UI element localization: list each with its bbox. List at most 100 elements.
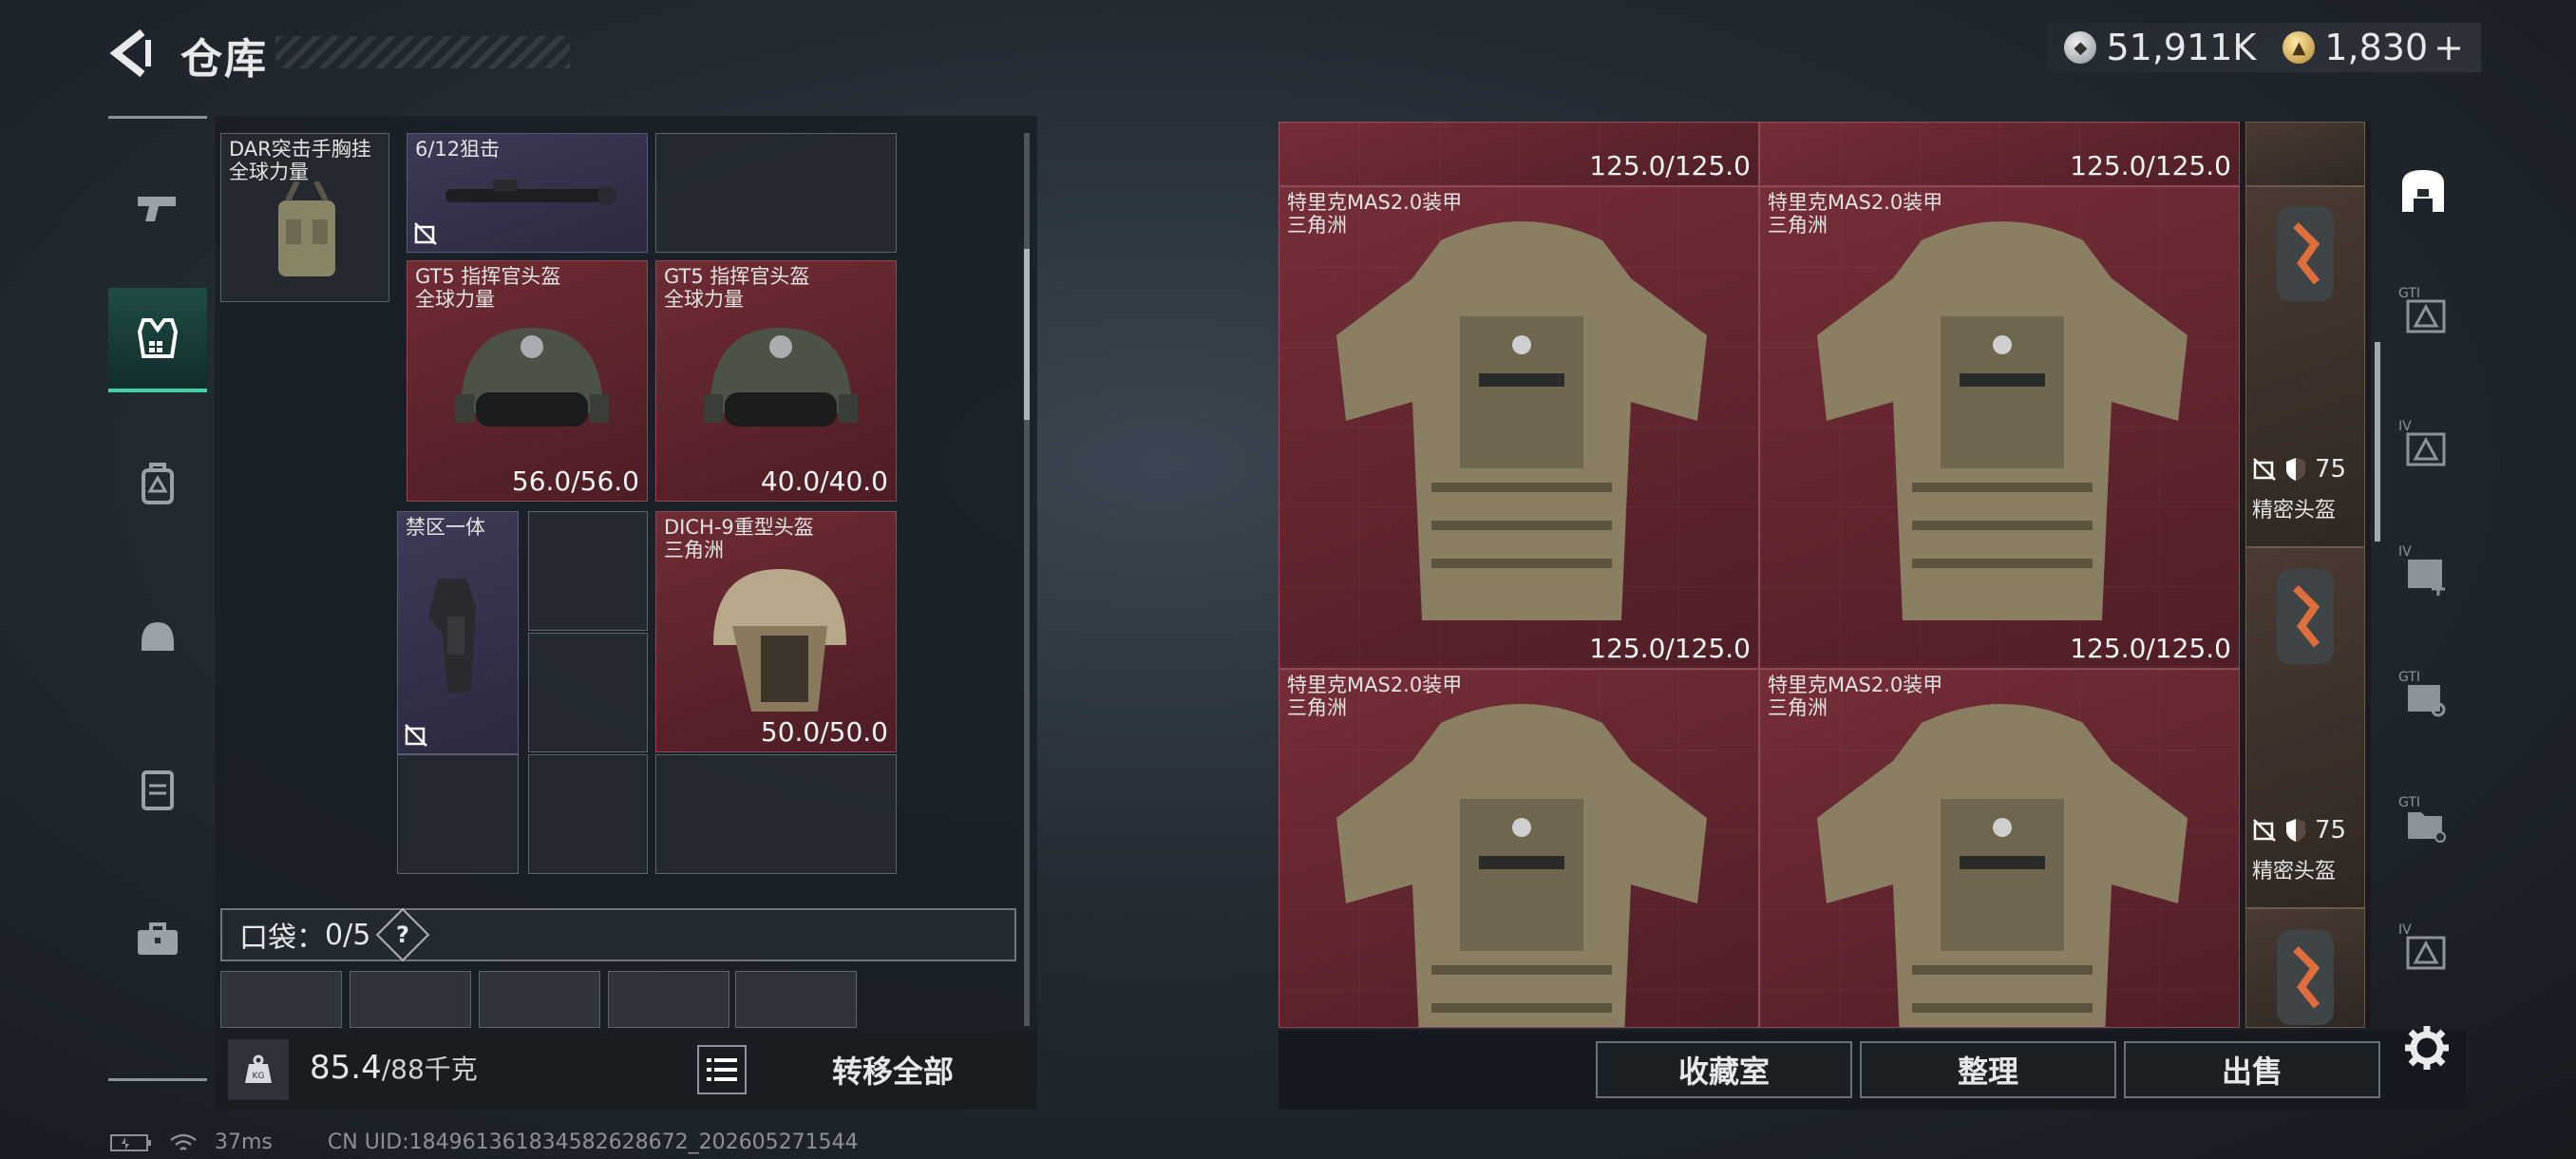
pocket-slot[interactable] — [608, 971, 729, 1028]
empty-slot[interactable] — [655, 754, 897, 874]
help-glyph: ? — [396, 921, 410, 948]
nav-armor[interactable] — [108, 288, 207, 392]
nav-container-gti-3[interactable]: GTI — [2380, 764, 2466, 876]
pocket-slot[interactable] — [220, 971, 342, 1028]
item-partial-top[interactable]: 125.0/125.0 — [1279, 122, 1759, 186]
item-durability: 125.0/125.0 — [1589, 633, 1751, 664]
item-partial-top[interactable] — [2245, 122, 2365, 186]
empty-slot[interactable] — [655, 133, 897, 253]
item-source: 全球力量 — [415, 288, 495, 311]
no-insure-icon — [414, 222, 437, 245]
svg-text:GTI: GTI — [2398, 795, 2420, 810]
svg-text:GTI: GTI — [2398, 286, 2420, 301]
armor-vest-image — [1336, 704, 1707, 1027]
uid-text: CN UID:1849613618345826286​72_2026052715… — [327, 1130, 859, 1154]
item-source: 全球力量 — [229, 161, 309, 183]
case-icon — [142, 770, 174, 810]
item-mas2-armor[interactable]: 特里克MAS2.0装甲 三角洲 — [1279, 669, 1759, 1028]
nav-container-iv-2[interactable]: IV — [2380, 513, 2466, 625]
pocket-bar: 口袋： 0/5 ? — [220, 907, 1016, 962]
nav-container-iv-3[interactable]: IV — [2380, 891, 2466, 1003]
item-name: DICH-9重型头盔 — [664, 516, 814, 539]
item-dich9-helmet[interactable]: DICH-9重型头盔 三角洲 50.0/50.0 — [655, 511, 897, 752]
item-name: 精密头盔 — [2252, 499, 2337, 522]
gold-currency[interactable]: ▲ 1,830 + — [2282, 27, 2464, 68]
empty-slot[interactable] — [528, 511, 648, 631]
help-icon[interactable]: ? — [375, 907, 430, 962]
pocket-label: 口袋： — [239, 922, 325, 955]
empty-slot[interactable] — [397, 754, 519, 874]
item-chest-rig[interactable]: DAR突击手胸挂 全球力量 — [220, 133, 389, 302]
armor-level: 75 — [2315, 816, 2347, 845]
toolbox-icon — [138, 922, 178, 955]
item-scope[interactable]: 6/12狙击 — [407, 133, 648, 253]
gold-coin-icon: ▲ — [2282, 31, 2316, 64]
item-precision-helmet[interactable]: 75 精密头盔 — [2245, 186, 2365, 547]
item-name: GT5 指挥官头盔 — [415, 265, 561, 288]
no-insure-icon — [2253, 819, 2276, 842]
item-partial-top[interactable]: 125.0/125.0 — [1759, 122, 2240, 186]
nav-weapons[interactable] — [108, 155, 207, 259]
precision-helmet-image — [2277, 206, 2334, 301]
nav-rig[interactable] — [108, 584, 207, 689]
add-currency-button[interactable]: + — [2434, 27, 2464, 68]
empty-slot[interactable] — [528, 633, 648, 752]
nav-container-gti-2[interactable]: GTI — [2380, 638, 2466, 750]
helmet-image — [455, 328, 609, 427]
sell-button[interactable]: 出售 — [2124, 1041, 2380, 1098]
item-gt5-helmet[interactable]: GT5 指挥官头盔 全球力量 40.0/40.0 — [655, 260, 897, 502]
item-mas2-armor[interactable]: 特里克MAS2.0装甲 三角洲 — [1759, 669, 2240, 1028]
item-mas2-armor[interactable]: 特里克MAS2.0装甲 三角洲 125.0/125.0 — [1759, 186, 2240, 669]
pocket-slot[interactable] — [479, 971, 600, 1028]
item-gt5-helmet[interactable]: GT5 指挥官头盔 全球力量 56.0/56.0 — [407, 260, 648, 502]
nav-toolbox[interactable] — [108, 886, 207, 991]
item-precision-helmet[interactable]: 75 精密头盔 — [2245, 547, 2365, 908]
armor-vest-image — [1817, 704, 2188, 1027]
warehouse-plus-icon: IV — [2398, 544, 2445, 596]
pocket-slot[interactable] — [735, 971, 857, 1028]
pocket-slot[interactable] — [350, 971, 471, 1028]
item-durability: 125.0/125.0 — [1589, 150, 1751, 181]
nav-container-iv-1[interactable]: IV — [2380, 388, 2466, 500]
transfer-all-button[interactable]: 转移全部 — [798, 1043, 988, 1096]
back-arrow-icon — [109, 28, 151, 78]
page-title: 仓库 — [180, 35, 268, 84]
battery-icon — [110, 1133, 151, 1151]
armor-vest-icon — [137, 318, 179, 358]
item-durability: 125.0/125.0 — [2070, 150, 2231, 181]
no-insure-icon — [405, 724, 427, 747]
gear-icon — [2405, 1026, 2449, 1070]
nav-all-containers[interactable] — [2380, 135, 2466, 247]
nav-container[interactable] — [108, 736, 207, 841]
shield-icon — [2286, 819, 2305, 842]
settings-button[interactable] — [2401, 1022, 2453, 1074]
list-icon — [707, 1058, 737, 1081]
item-mas2-armor[interactable]: 特里克MAS2.0装甲 三角洲 125.0/125.0 — [1279, 186, 1759, 669]
silver-currency: ◆ 51,911K — [2064, 27, 2256, 68]
warehouse-triangle-icon: IV — [2398, 922, 2446, 970]
nav-container-gti-1[interactable]: GTI — [2380, 255, 2466, 367]
collection-room-button[interactable]: 收藏室 — [1596, 1041, 1852, 1098]
item-name: 禁区一体 — [406, 516, 485, 539]
title-decoration — [275, 36, 570, 68]
item-holster[interactable]: 禁区一体 — [397, 511, 519, 754]
svg-text:IV: IV — [2398, 922, 2412, 938]
heavy-helmet-image — [713, 569, 846, 712]
svg-text:KG: KG — [253, 1072, 265, 1081]
item-precision-helmet[interactable] — [2245, 908, 2365, 1028]
item-name: GT5 指挥官头盔 — [664, 265, 810, 288]
holster-image — [428, 579, 476, 693]
back-button[interactable] — [104, 27, 158, 80]
organize-button[interactable]: 整理 — [1860, 1041, 2116, 1098]
armor-level: 75 — [2315, 455, 2347, 484]
empty-slot[interactable] — [528, 754, 648, 874]
svg-text:GTI: GTI — [2398, 670, 2420, 685]
nav-backpack[interactable] — [108, 432, 207, 537]
warehouse-key-icon: GTI — [2398, 670, 2446, 717]
svg-text:IV: IV — [2398, 544, 2412, 560]
weight-icon: KG — [228, 1039, 289, 1100]
list-view-button[interactable] — [697, 1045, 747, 1094]
warehouse-folder-icon: GTI — [2398, 795, 2446, 843]
silver-amount: 51,911K — [2106, 27, 2257, 68]
stash-scrollbar-thumb[interactable] — [1024, 249, 1030, 420]
